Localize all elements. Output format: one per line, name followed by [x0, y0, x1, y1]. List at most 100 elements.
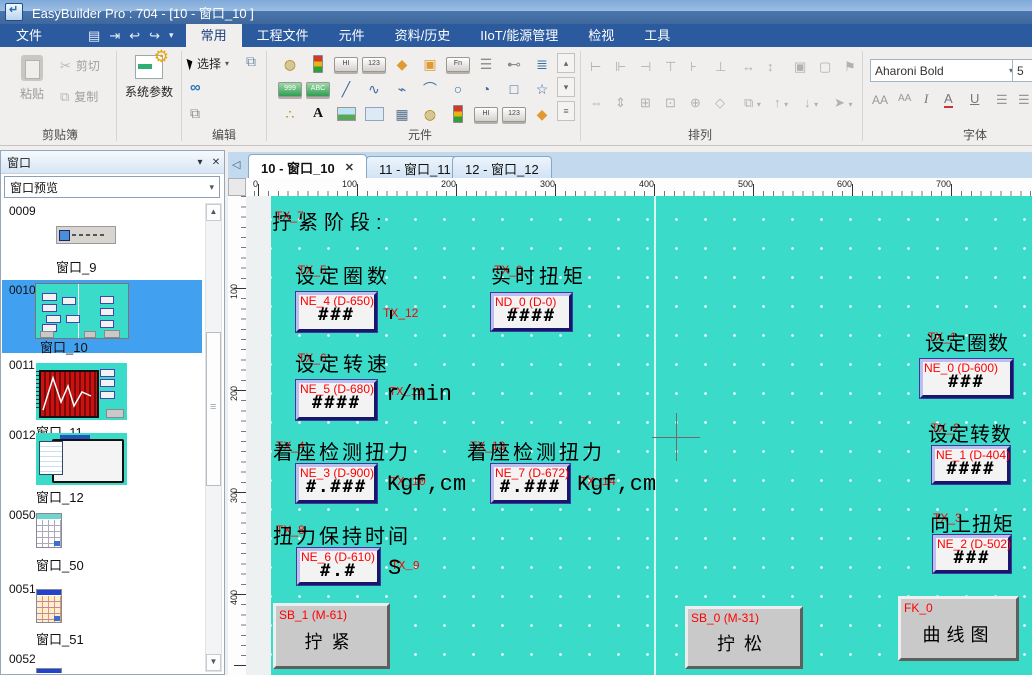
gallery-down-icon[interactable]: ▾: [557, 77, 575, 97]
circle-icon[interactable]: ○: [444, 77, 472, 101]
text-object[interactable]: TX_10 Kgf,cm: [387, 472, 466, 497]
rectangle-icon[interactable]: □: [500, 77, 528, 101]
bit-lamp-icon[interactable]: ◍: [276, 52, 304, 76]
italic-icon[interactable]: I: [924, 91, 928, 107]
gallery-expand-icon[interactable]: ≡: [557, 101, 575, 121]
ascii-object-icon[interactable]: ABC: [304, 77, 332, 101]
decrease-font-icon[interactable]: AA: [898, 93, 911, 104]
ribbon-tab-data-history[interactable]: 资料/历史: [380, 24, 466, 47]
align-top-icon[interactable]: ⊤: [665, 59, 676, 75]
ribbon-tab-home[interactable]: 常用: [186, 24, 242, 47]
menu-file[interactable]: 文件: [0, 24, 58, 47]
same-size-icon[interactable]: ⊞: [640, 95, 651, 111]
text-object[interactable]: TX_2 设定转数: [928, 418, 1012, 447]
line-icon[interactable]: ╱: [332, 77, 360, 101]
ribbon-tab-objects[interactable]: 元件: [324, 24, 380, 47]
underline-icon[interactable]: U: [970, 91, 979, 106]
star-icon[interactable]: ☆: [528, 77, 556, 101]
text-object[interactable]: TX_0 实时扭矩: [491, 260, 587, 289]
slider-icon[interactable]: ⊷: [500, 52, 528, 76]
panel-close-icon[interactable]: ✕: [208, 157, 224, 168]
text-object[interactable]: TX_12: [383, 300, 392, 323]
font-color-icon[interactable]: A: [944, 91, 953, 108]
tab-window-10[interactable]: 10 - 窗口_10 ✕: [248, 154, 367, 179]
fn-key-icon[interactable]: Fn: [444, 52, 472, 76]
layer-down-icon[interactable]: ↓ ▾: [804, 95, 818, 110]
align-bottom-icon[interactable]: ⊥: [715, 59, 726, 75]
text-object[interactable]: TX_3 向上扭矩: [930, 508, 1014, 537]
save-icon[interactable]: ▤: [88, 28, 100, 44]
bit-lamp-2-icon[interactable]: ◍: [416, 102, 444, 126]
numeric-entry-ne2[interactable]: NE_2 (D-502) ###: [933, 535, 1011, 573]
nudge-icon[interactable]: ⊡: [665, 95, 676, 111]
increase-font-icon[interactable]: AA: [872, 93, 888, 107]
text-object[interactable]: TX_7 拧紧阶段:: [272, 206, 388, 235]
text-object[interactable]: TX_14 Kgf,cm: [577, 472, 656, 497]
numeric-display-nd0[interactable]: ND_0 (D-0) ####: [491, 293, 572, 331]
numeric-entry-ne4[interactable]: NE_4 (D-650) ###: [296, 292, 377, 332]
numeric-object-icon[interactable]: 999: [276, 77, 304, 101]
text-object[interactable]: TX_13 着座检测扭力: [467, 436, 605, 465]
freehand-icon[interactable]: ∿: [360, 77, 388, 101]
function-key-icon[interactable]: ◆: [388, 52, 416, 76]
polyline-icon[interactable]: ⌁: [388, 77, 416, 101]
redo-icon[interactable]: ↪: [149, 28, 160, 44]
select-button[interactable]: 选择 ▾: [188, 55, 229, 72]
layer-front-icon[interactable]: ⧉ ▾: [744, 95, 761, 111]
tab-window-11[interactable]: 11 - 窗口_11: [366, 156, 464, 179]
scale-icon[interactable]: ∴: [276, 102, 304, 126]
fill-color-icon[interactable]: ◇: [715, 95, 725, 111]
ungroup-icon[interactable]: ▢: [819, 59, 831, 75]
ribbon-tab-tools[interactable]: 工具: [629, 24, 685, 47]
same-height-icon[interactable]: ⇕: [615, 95, 626, 111]
layer-back-icon[interactable]: ➤ ▾: [834, 95, 853, 111]
window-copy-icon[interactable]: ⧉: [246, 53, 256, 70]
toggle-switch-icon[interactable]: ▣: [416, 52, 444, 76]
set-word-2-icon[interactable]: 123: [500, 102, 528, 126]
pie-icon[interactable]: ◔: [472, 77, 500, 101]
function-group-icon[interactable]: ◆: [528, 102, 556, 126]
export-icon[interactable]: ⇥: [109, 28, 120, 44]
text-align-center-icon[interactable]: ☰: [1018, 92, 1030, 108]
numeric-entry-ne1[interactable]: NE_1 (D-404) ####: [932, 446, 1010, 484]
tab-window-12[interactable]: 12 - 窗口_12: [452, 156, 552, 179]
text-align-left-icon[interactable]: ☰: [996, 92, 1008, 108]
text-object[interactable]: TX_8 扭力保持时间: [273, 520, 411, 549]
pin-icon[interactable]: ⚑: [844, 59, 856, 75]
copy-button[interactable]: ⧉ 复制: [60, 88, 100, 105]
table-icon[interactable]: ▦: [388, 102, 416, 126]
font-size-select[interactable]: 5: [1012, 59, 1032, 82]
system-parameters-button[interactable]: 系统参数: [120, 53, 178, 100]
distribute-horizontal-icon[interactable]: ↔: [742, 59, 755, 74]
numeric-entry-ne7[interactable]: NE_7 (D-672) #.###: [491, 464, 570, 503]
numeric-entry-ne0[interactable]: NE_0 (D-600) ###: [920, 359, 1013, 398]
ribbon-tab-view[interactable]: 检视: [573, 24, 629, 47]
quickbar-more-icon[interactable]: ▾: [169, 30, 174, 41]
text-object[interactable]: TX_1 设定圈数: [925, 327, 1009, 356]
word-lamp-2-icon[interactable]: [444, 102, 472, 126]
window-preview-select[interactable]: 窗口预览 ▾: [4, 176, 220, 198]
set-word-icon[interactable]: 123: [360, 52, 388, 76]
same-width-icon[interactable]: ⇔: [590, 95, 603, 110]
text-object[interactable]: TX_9 S: [388, 556, 401, 581]
undo-icon[interactable]: ↩: [129, 28, 140, 44]
set-bit-button-loosen[interactable]: SB_0 (M-31) 拧松: [685, 606, 803, 669]
text-object[interactable]: TX_5 设定圈数: [295, 260, 391, 289]
window-list-scrollbar[interactable]: ▲ ▼: [205, 203, 222, 672]
frame-icon[interactable]: [360, 102, 388, 126]
align-right-icon[interactable]: ⊣: [640, 59, 651, 75]
duplicate-icon[interactable]: ⧉: [190, 105, 200, 122]
font-family-select[interactable]: Aharoni Bold ▾: [870, 59, 1018, 82]
align-middle-icon[interactable]: ⊦: [690, 59, 697, 75]
text-object[interactable]: TX_11 r/min: [386, 382, 452, 407]
group-icon[interactable]: ▣: [794, 59, 806, 75]
ribbon-tab-iiot-energy[interactable]: IIoT/能源管理: [465, 24, 573, 47]
picture-icon[interactable]: [332, 102, 360, 126]
align-center-horizontal-icon[interactable]: ⊩: [615, 59, 626, 75]
text-object[interactable]: TX_6 设定转速: [295, 348, 391, 377]
align-left-icon[interactable]: ⊢: [590, 59, 601, 75]
tab-close-icon[interactable]: ✕: [345, 161, 354, 174]
scroll-down-arrow[interactable]: ▼: [206, 654, 221, 671]
center-in-window-icon[interactable]: ⊕: [690, 95, 701, 111]
text-icon[interactable]: A: [304, 102, 332, 126]
